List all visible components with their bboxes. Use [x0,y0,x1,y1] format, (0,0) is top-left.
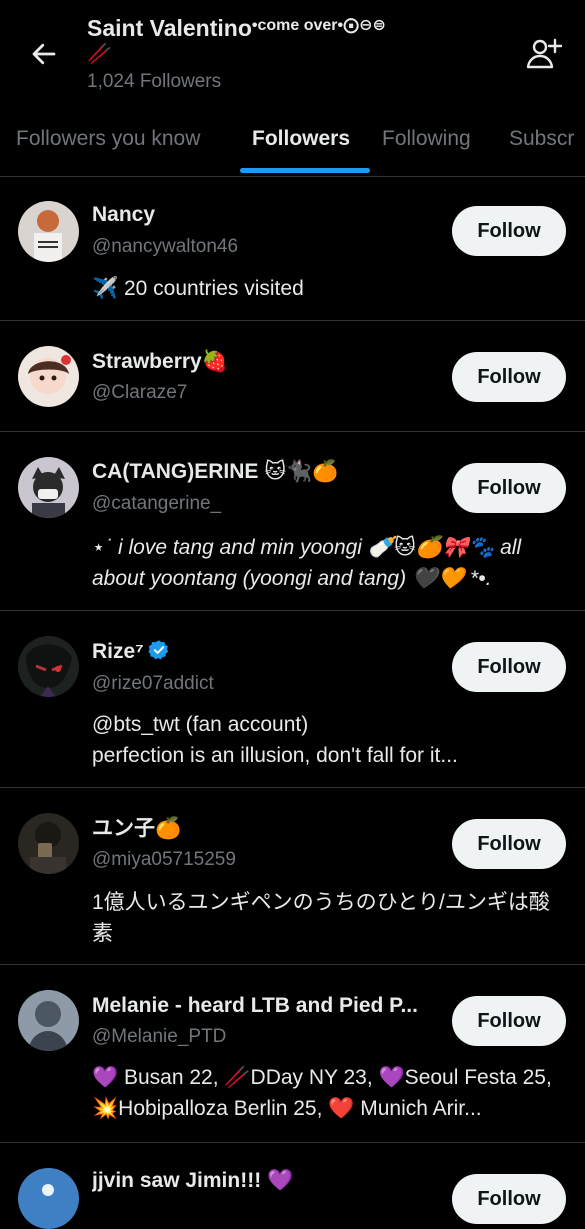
user-handle[interactable]: @Claraze7 [92,380,187,406]
user-row[interactable]: ユン子🍊 @miya05715259 1億人いるユンギペンのうちのひとり/ユンギ… [0,788,585,965]
tab-subscriptions[interactable]: Subscr [509,112,574,174]
profile-title-block: Saint Valentino•come over•⨀⊖⊜ 🥢 1,024 Fo… [87,10,507,94]
user-handle[interactable]: @rize07addict [92,671,214,697]
user-name[interactable]: ユン子🍊 [92,815,181,843]
arrow-left-icon [32,43,56,65]
profile-name-suffix: •come over•⨀⊖⊜ [251,17,386,34]
user-bio: @bts_twt (fan account) perfection is an … [92,713,458,767]
back-button[interactable] [26,36,62,72]
avatar-image [18,636,79,697]
follow-button[interactable]: Follow [452,1174,566,1224]
follow-button[interactable]: Follow [452,352,566,402]
user-name[interactable]: Rize⁷ [92,638,170,666]
avatar[interactable] [18,346,79,407]
user-name[interactable]: Nancy [92,201,155,229]
follow-button[interactable]: Follow [452,996,566,1046]
tab-followers-you-know[interactable]: Followers you know [16,112,200,174]
avatar[interactable] [18,636,79,697]
user-name[interactable]: Strawberry🍓 [92,348,228,376]
user-row[interactable]: jjvin saw Jimin!!! 💜 Follow [0,1143,585,1229]
follow-button[interactable]: Follow [452,206,566,256]
user-row[interactable]: Strawberry🍓 @Claraze7 Follow [0,321,585,432]
follow-button[interactable]: Follow [452,819,566,869]
add-user-button[interactable] [523,34,563,74]
user-handle[interactable]: @catangerine_ [92,491,221,517]
profile-title: Saint Valentino•come over•⨀⊖⊜ [87,10,507,44]
avatar[interactable] [18,813,79,874]
user-name[interactable]: Melanie - heard LTB and Pied P... [92,992,418,1020]
tab-following[interactable]: Following [382,112,471,174]
user-handle[interactable]: @Melanie_PTD [92,1024,226,1050]
tab-bar: Followers you know Followers Following S… [0,112,585,177]
followers-count: 1,024 Followers [87,71,222,92]
avatar[interactable] [18,1168,79,1229]
user-name[interactable]: CA(TANG)ERINE 🐱🐈‍⬛🍊 [92,458,338,486]
user-bio: ✈️ 20 countries visited [92,277,304,300]
user-bio: ⋆˙ i love tang and min yoongi 🍼🐱🍊🎀🐾 all … [92,536,522,590]
user-handle[interactable]: @nancywalton46 [92,234,238,260]
follow-button[interactable]: Follow [452,463,566,513]
avatar-image [18,346,79,407]
profile-name: Saint Valentino [87,15,252,41]
tab-followers[interactable]: Followers [252,112,350,174]
avatar-image [18,990,79,1051]
user-row[interactable]: Nancy @nancywalton46 ✈️ 20 countries vis… [0,177,585,321]
active-tab-indicator [240,168,370,173]
user-bio: 💜 Busan 22, 🥢DDay NY 23, 💜Seoul Festa 25… [92,1066,552,1120]
avatar-image [18,1168,79,1229]
person-add-icon [526,38,563,69]
verified-badge-icon [148,640,169,660]
user-row[interactable]: CA(TANG)ERINE 🐱🐈‍⬛🍊 @catangerine_ ⋆˙ i l… [0,432,585,611]
avatar[interactable] [18,990,79,1051]
user-row[interactable]: Melanie - heard LTB and Pied P... @Melan… [0,965,585,1143]
user-row[interactable]: Rize⁷ @rize07addict @bts_twt (fan accoun… [0,611,585,788]
user-name[interactable]: jjvin saw Jimin!!! 💜 [92,1167,293,1195]
user-name-text: Rize⁷ [92,640,144,663]
avatar[interactable] [18,201,79,262]
user-bio: 1億人いるユンギペンのうちのひとり/ユンギは酸素 [92,891,550,945]
avatar-image [18,813,79,874]
avatar[interactable] [18,457,79,518]
follow-button[interactable]: Follow [452,642,566,692]
avatar-image [18,457,79,518]
profile-emoji: 🥢 [87,43,112,65]
user-handle[interactable]: @miya05715259 [92,847,236,873]
profile-header: Saint Valentino•come over•⨀⊖⊜ 🥢 1,024 Fo… [0,0,585,112]
avatar-image [18,201,79,262]
